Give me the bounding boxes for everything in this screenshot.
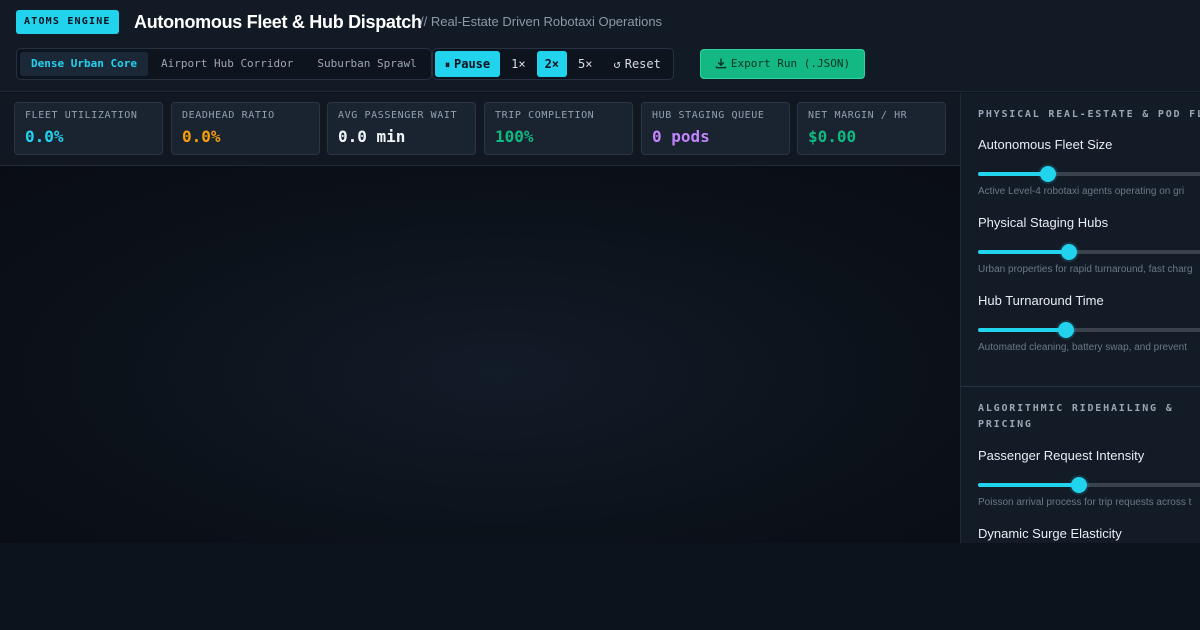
slider-thumb[interactable] [1058, 322, 1075, 338]
metric-value: 0.0 min [338, 127, 406, 146]
turnaround-time-slider[interactable] [978, 321, 1200, 339]
metric-label: DEADHEAD RATIO [182, 110, 275, 121]
metric-label: AVG PASSENGER WAIT [338, 110, 458, 121]
slider-thumb[interactable] [1040, 166, 1057, 182]
export-run-button[interactable]: Export Run (.JSON) [700, 49, 865, 79]
staging-hubs-slider[interactable] [978, 243, 1200, 261]
control-hint: Poisson arrival process for trip request… [978, 497, 1192, 508]
panel-section-real-estate: PHYSICAL REAL-ESTATE & POD FLE Autonomou… [961, 93, 1200, 387]
speed-5x-button[interactable]: 5× [570, 51, 600, 77]
control-hint: Urban properties for rapid turnaround, f… [978, 264, 1193, 275]
download-icon [715, 58, 727, 69]
section-title: PHYSICAL REAL-ESTATE & POD FLE [978, 109, 1200, 120]
slider-thumb[interactable] [1071, 477, 1088, 493]
scenario-tab-airport-hub-corridor[interactable]: Airport Hub Corridor [150, 52, 304, 76]
scenario-tab-suburban-sprawl[interactable]: Suburban Sprawl [306, 52, 427, 76]
metric-value: 0.0% [182, 127, 221, 146]
metric-value: 100% [495, 127, 534, 146]
slider-thumb[interactable] [1061, 244, 1077, 260]
brand-badge: ATOMS ENGINE [16, 10, 119, 34]
pause-button[interactable]: ⏸ Pause [435, 51, 501, 77]
playback-controls: ⏸ Pause 1× 2× 5× ↺ Reset [432, 48, 674, 80]
metric-avg-passenger-wait: AVG PASSENGER WAIT 0.0 min [327, 102, 476, 155]
metric-deadhead-ratio: DEADHEAD RATIO 0.0% [171, 102, 320, 155]
control-label: Physical Staging Hubs [978, 215, 1109, 230]
panel-section-ridehailing-pricing: ALGORITHMIC RIDEHAILING & PRICING Passen… [961, 387, 1200, 543]
metric-fleet-utilization: FLEET UTILIZATION 0.0% [14, 102, 163, 155]
page-subtitle: // Real-Estate Driven Robotaxi Operation… [420, 14, 663, 29]
scenario-tab-dense-urban-core[interactable]: Dense Urban Core [20, 52, 148, 76]
fleet-size-slider[interactable] [978, 165, 1200, 183]
metric-hub-staging-queue: HUB STAGING QUEUE 0 pods [641, 102, 790, 155]
pause-icon: ⏸ [445, 60, 450, 71]
metric-value: 0 pods [652, 127, 710, 146]
metric-label: HUB STAGING QUEUE [652, 110, 765, 121]
reset-icon: ↺ [613, 57, 621, 71]
slider-fill [978, 328, 1067, 332]
simulation-canvas[interactable] [0, 166, 960, 543]
slider-fill [978, 172, 1049, 176]
metric-label: NET MARGIN / HR [808, 110, 908, 121]
control-label: Passenger Request Intensity [978, 448, 1145, 463]
page-footer [0, 543, 1200, 630]
metric-value: 0.0% [25, 127, 64, 146]
metric-value: $0.00 [808, 127, 857, 146]
request-intensity-slider[interactable] [978, 476, 1200, 494]
metric-trip-completion: TRIP COMPLETION 100% [484, 102, 633, 155]
slider-fill [978, 483, 1080, 487]
control-label: Autonomous Fleet Size [978, 137, 1113, 152]
metric-net-margin: NET MARGIN / HR $0.00 [797, 102, 946, 155]
section-title: ALGORITHMIC RIDEHAILING & [978, 403, 1174, 414]
control-hint: Automated cleaning, battery swap, and pr… [978, 342, 1188, 353]
speed-1x-button[interactable]: 1× [503, 51, 533, 77]
speed-2x-button[interactable]: 2× [536, 51, 568, 77]
page-title: Autonomous Fleet & Hub Dispatch [134, 12, 422, 32]
slider-fill [978, 250, 1069, 254]
control-label: Dynamic Surge Elasticity [978, 526, 1122, 541]
control-hint: Active Level-4 robotaxi agents operating… [978, 186, 1185, 197]
scenario-selector: Dense Urban Core Airport Hub Corridor Su… [16, 48, 432, 80]
app-header: ATOMS ENGINE Autonomous Fleet & Hub Disp… [0, 0, 1200, 92]
metric-label: TRIP COMPLETION [495, 110, 595, 121]
section-title-continued: PRICING [978, 419, 1033, 430]
metric-label: FLEET UTILIZATION [25, 110, 138, 121]
metrics-bar: FLEET UTILIZATION 0.0% DEADHEAD RATIO 0.… [0, 93, 960, 166]
reset-button[interactable]: ↺ Reset [603, 51, 670, 77]
control-panel: PHYSICAL REAL-ESTATE & POD FLE Autonomou… [960, 93, 1200, 543]
control-label: Hub Turnaround Time [978, 293, 1104, 308]
